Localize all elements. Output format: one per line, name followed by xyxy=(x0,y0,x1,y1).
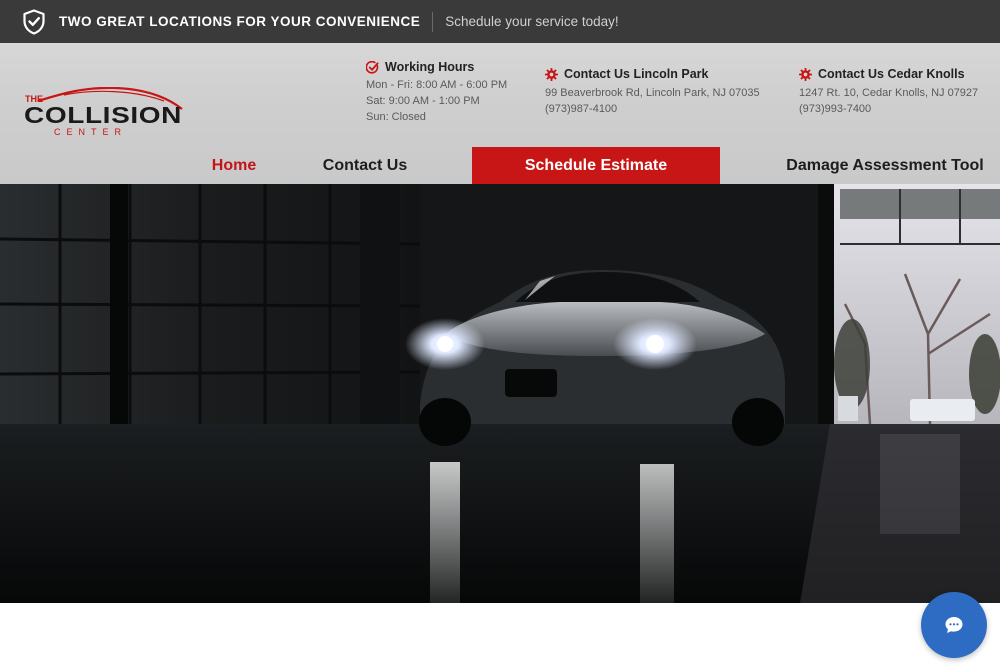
shield-check-icon xyxy=(23,8,45,35)
hours-weekdays: Mon - Fri: 8:00 AM - 6:00 PM xyxy=(366,79,508,91)
announcement-tagline: Schedule your service today! xyxy=(445,14,619,29)
collision-center-logo[interactable]: THE COLLISION CENTER xyxy=(24,87,184,139)
working-hours: Working Hours Mon - Fri: 8:00 AM - 6:00 … xyxy=(366,60,507,123)
location-phone[interactable]: (973)987-4100 xyxy=(545,104,760,115)
logo-center: CENTER xyxy=(54,127,127,137)
nav-schedule-estimate[interactable]: Schedule Estimate xyxy=(472,147,720,184)
working-hours-title: Working Hours xyxy=(385,60,475,74)
hours-saturday: Sat: 9:00 AM - 1:00 PM xyxy=(366,95,480,107)
location-address[interactable]: 99 Beaverbrook Rd, Lincoln Park, NJ 0703… xyxy=(545,88,760,99)
chat-button[interactable] xyxy=(921,592,987,658)
location-lincoln-park: Contact Us Lincoln Park 99 Beaverbrook R… xyxy=(545,67,760,115)
site-header: THE COLLISION CENTER Working Hours Mon -… xyxy=(0,43,1000,184)
nav-damage-assessment-tool[interactable]: Damage Assessment Tool xyxy=(770,147,1000,184)
gear-icon xyxy=(799,67,812,81)
divider xyxy=(432,11,434,32)
location-phone[interactable]: (973)993-7400 xyxy=(799,104,978,115)
hero-image xyxy=(0,184,1000,603)
location-cedar-knolls: Contact Us Cedar Knolls 1247 Rt. 10, Ced… xyxy=(799,67,978,115)
check-circle-icon xyxy=(366,60,379,74)
hours-sunday: Sun: Closed xyxy=(366,111,426,123)
location-address[interactable]: 1247 Rt. 10, Cedar Knolls, NJ 07927 xyxy=(799,88,978,99)
logo-collision: COLLISION xyxy=(24,102,182,128)
announcement-bar: TWO GREAT LOCATIONS FOR YOUR CONVENIENCE… xyxy=(0,0,1000,43)
nav-home[interactable]: Home xyxy=(190,147,278,184)
location-title: Contact Us Lincoln Park xyxy=(564,67,709,81)
chat-bubble-icon xyxy=(945,617,963,633)
location-title: Contact Us Cedar Knolls xyxy=(818,67,965,81)
announcement-headline: TWO GREAT LOCATIONS FOR YOUR CONVENIENCE xyxy=(59,14,421,29)
gear-icon xyxy=(545,67,558,81)
nav-contact-us[interactable]: Contact Us xyxy=(310,147,420,184)
